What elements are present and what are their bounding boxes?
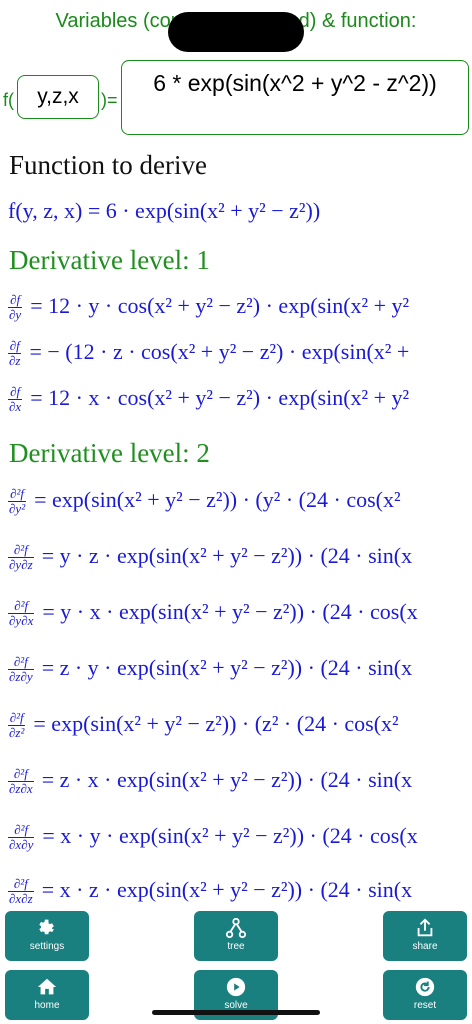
derivative-expression: = exp(sin(x² + y² − z²)) · (y² · (24 · c… xyxy=(34,487,401,512)
home-indicator xyxy=(152,1010,320,1015)
reset-button[interactable]: reset xyxy=(383,970,467,1020)
level-2-title: Derivative level: 2 xyxy=(9,438,210,468)
settings-button[interactable]: settings xyxy=(5,911,89,961)
derivative-fraction: ∂²f ∂y∂x xyxy=(8,598,35,629)
reset-label: reset xyxy=(413,1000,437,1011)
bottom-toolbar: settings tree share home solve reset xyxy=(0,910,472,1024)
derivative-row: ∂f ∂z = − (12 · z · cos(x² + y² − z²) · ex… xyxy=(8,339,409,368)
derivative-row: ∂²f ∂y² = exp(sin(x² + y² − z²)) · (y² · (… xyxy=(8,487,401,516)
function-expression: f(y, z, x) = 6 · exp(sin(x² + y² − z²)) xyxy=(8,198,321,223)
derivative-expression: = y · z · exp(sin(x² + y² − z²)) · (24 ·… xyxy=(41,543,413,568)
share-icon xyxy=(417,918,433,937)
results-scroll[interactable]: Function to derive f(y, z, x) = 6 · exp(… xyxy=(0,150,472,910)
derivative-fraction: ∂²f ∂z∂x xyxy=(8,766,34,797)
derivative-fraction: ∂f ∂y xyxy=(8,292,23,323)
derivative-row: ∂²f ∂z∂y = z · y · exp(sin(x² + y² − z²)) … xyxy=(8,655,412,684)
home-label: home xyxy=(34,1000,60,1011)
derivative-expression: = z · x · exp(sin(x² + y² − z²)) · (24 ·… xyxy=(41,767,413,792)
derivative-expression: = exp(sin(x² + y² − z²)) · (z² · (24 · c… xyxy=(33,711,399,736)
derivative-expression: = − (12 · z · cos(x² + y² − z²) · exp(si… xyxy=(29,339,410,364)
share-button[interactable]: share xyxy=(383,911,467,961)
derivative-expression: = 12 · y · cos(x² + y² − z²) · exp(sin(x… xyxy=(30,293,410,318)
derivative-fraction: ∂²f ∂y∂z xyxy=(8,542,34,573)
reset-icon xyxy=(415,977,435,997)
level-1-title: Derivative level: 1 xyxy=(9,245,210,275)
function-title: Function to derive xyxy=(9,150,207,180)
derivative-fraction: ∂²f ∂x∂z xyxy=(8,876,34,907)
variables-input[interactable]: y,z,x xyxy=(17,75,99,119)
derivative-row: ∂²f ∂z² = exp(sin(x² + y² − z²)) · (z² · (… xyxy=(8,711,399,740)
derivative-expression: = 12 · x · cos(x² + y² − z²) · exp(sin(x… xyxy=(30,385,410,410)
f-suffix: )= xyxy=(101,90,118,110)
derivative-fraction: ∂²f ∂z∂y xyxy=(8,654,34,685)
derivative-row: ∂²f ∂x∂z = x · z · exp(sin(x² + y² − z²)) … xyxy=(8,877,412,906)
derivative-fraction: ∂f ∂x xyxy=(8,384,23,415)
f-prefix: f( xyxy=(3,90,14,110)
derivative-row: ∂f ∂y = 12 · y · cos(x² + y² − z²) · exp(s… xyxy=(8,293,409,322)
gear-icon xyxy=(39,919,54,935)
tree-button[interactable]: tree xyxy=(194,911,278,961)
derivative-row: ∂²f ∂x∂y = x · y · exp(sin(x² + y² − z²)) … xyxy=(8,823,418,852)
derivative-fraction: ∂²f ∂z² xyxy=(8,710,26,741)
home-icon xyxy=(37,978,57,995)
derivative-expression: = x · y · exp(sin(x² + y² − z²)) · (24 ·… xyxy=(42,823,418,848)
derivative-fraction: ∂²f ∂y² xyxy=(8,486,27,517)
share-label: share xyxy=(412,941,438,952)
function-input[interactable]: 6 * exp(sin(x^2 + y^2 - z^2)) xyxy=(121,60,469,135)
derivative-row: ∂²f ∂z∂x = z · x · exp(sin(x² + y² − z²)) … xyxy=(8,767,412,796)
derivative-expression: = z · y · exp(sin(x² + y² − z²)) · (24 ·… xyxy=(41,655,413,680)
home-button[interactable]: home xyxy=(5,970,89,1020)
play-icon xyxy=(226,977,246,997)
derivative-expression: = y · x · exp(sin(x² + y² − z²)) · (24 ·… xyxy=(42,599,418,624)
derivative-fraction: ∂²f ∂x∂y xyxy=(8,822,35,853)
camera-notch xyxy=(168,12,304,52)
tree-icon xyxy=(225,917,247,939)
derivative-row: ∂f ∂x = 12 · x · cos(x² + y² − z²) · exp(s… xyxy=(8,385,409,414)
derivative-row: ∂²f ∂y∂x = y · x · exp(sin(x² + y² − z²)) … xyxy=(8,599,418,628)
derivative-expression: = x · z · exp(sin(x² + y² − z²)) · (24 ·… xyxy=(41,877,413,902)
derivative-fraction: ∂f ∂z xyxy=(8,338,22,369)
settings-label: settings xyxy=(29,941,65,952)
tree-label: tree xyxy=(227,941,245,952)
derivative-row: ∂²f ∂y∂z = y · z · exp(sin(x² + y² − z²)) … xyxy=(8,543,412,572)
